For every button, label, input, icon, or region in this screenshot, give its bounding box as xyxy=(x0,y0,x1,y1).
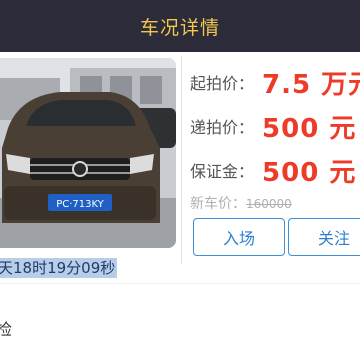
inspection-section-label: 检 xyxy=(0,320,13,339)
increment-price-label: 递拍价： xyxy=(190,118,255,137)
top-header-bar: 车况详情 xyxy=(0,0,360,52)
vertical-divider xyxy=(181,56,182,264)
enter-button[interactable]: 入场 xyxy=(193,218,285,256)
enter-button-label: 入场 xyxy=(222,229,255,248)
auction-detail-page: 车况详情 PC·713KY 起拍价： 7.5 万 递拍价： 500 元 保证金：… xyxy=(0,0,360,360)
start-price-value: 7.5 万元 xyxy=(262,69,360,100)
deposit-label: 保证金： xyxy=(190,162,255,181)
new-car-price-value: 160000 xyxy=(246,197,292,211)
countdown-timer: 天18时19分09秒 xyxy=(0,258,118,278)
page-title: 车况详情 xyxy=(139,16,220,39)
car-photo[interactable]: PC·713KY xyxy=(0,58,176,248)
deposit-row: 保证金： 500 元 xyxy=(190,150,356,190)
follow-button-label: 关注 xyxy=(317,229,350,248)
car-photo-illustration: PC·713KY xyxy=(0,58,176,248)
deposit-value: 500 元 xyxy=(262,157,357,188)
follow-button[interactable]: 关注 xyxy=(288,218,360,256)
horizontal-divider xyxy=(0,283,360,284)
start-price-label: 起拍价： xyxy=(190,74,255,93)
new-car-price-row: 新车价：160000 xyxy=(190,193,292,213)
start-price-row: 起拍价： 7.5 万元 xyxy=(190,62,360,102)
license-plate-text: PC·713KY xyxy=(56,199,104,210)
new-car-price-label: 新车价： xyxy=(190,196,246,212)
increment-price-row: 递拍价： 500 元 xyxy=(190,106,356,146)
increment-price-value: 500 元 xyxy=(262,113,357,144)
